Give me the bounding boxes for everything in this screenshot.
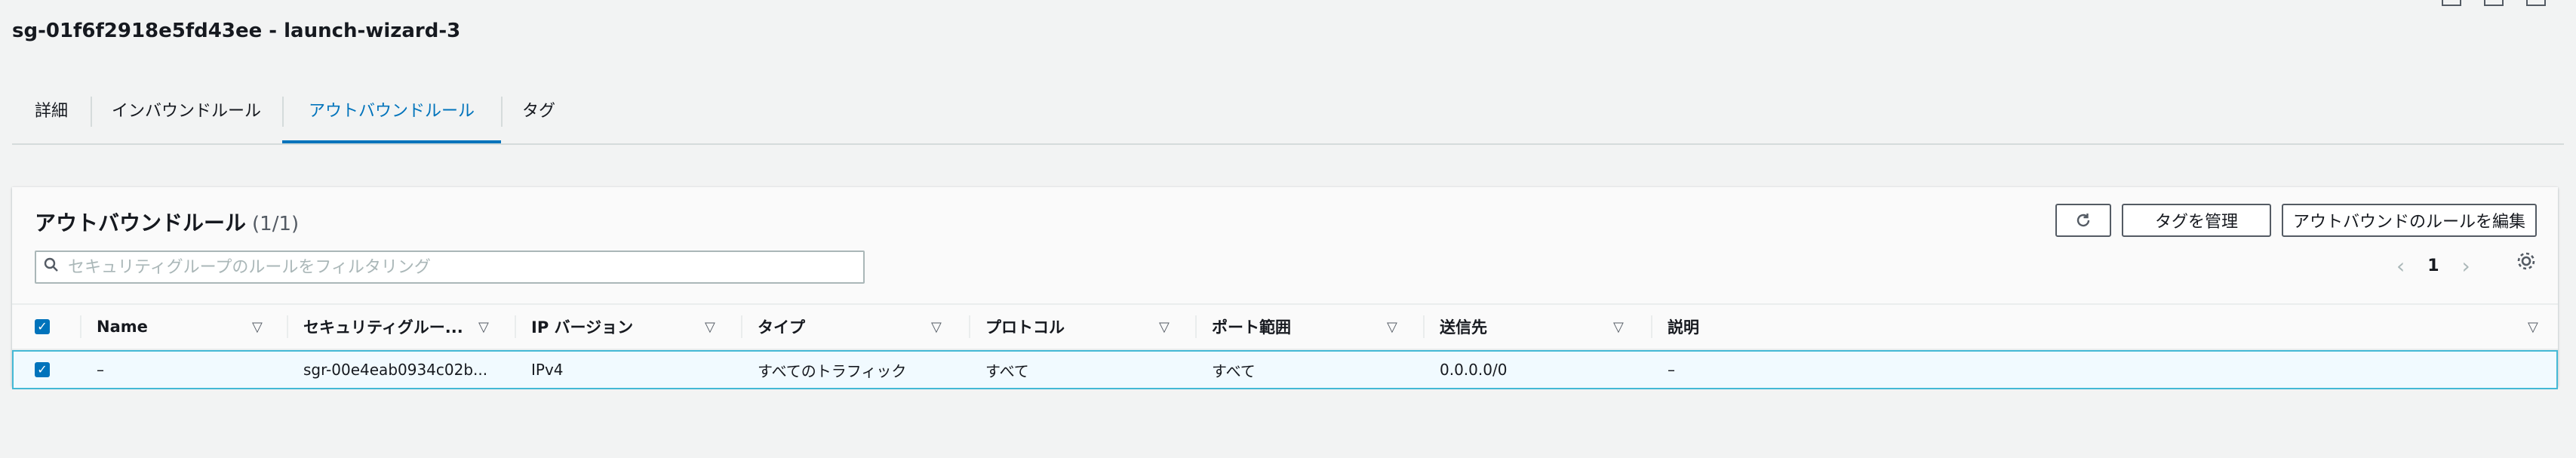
window-controls [2442, 0, 2546, 6]
outbound-rules-table: ✓ Name ▽ セキュリティグルー... ▽ IP バージョン ▽ タイプ ▽… [12, 303, 2558, 389]
sort-icon[interactable]: ▽ [705, 305, 715, 349]
column-header-type[interactable]: タイプ [758, 305, 805, 349]
sort-icon[interactable]: ▽ [2528, 305, 2538, 349]
checkmark-icon: ✓ [35, 319, 50, 334]
next-page-button[interactable]: › [2462, 254, 2470, 278]
column-header-protocol[interactable]: プロトコル [985, 305, 1065, 349]
filter-input[interactable] [66, 257, 839, 278]
tab-bar: 詳細 インバウンドルール アウトバウンドルール タグ [12, 91, 2564, 145]
column-header-security-group-rule[interactable]: セキュリティグルー... [303, 305, 463, 349]
sort-icon[interactable]: ▽ [478, 305, 489, 349]
restore-icon[interactable] [2484, 0, 2504, 6]
panel-title: アウトバウンドルール (1/1) [35, 207, 299, 237]
cell-protocol: すべて [985, 361, 1029, 380]
minimize-icon[interactable] [2442, 0, 2461, 6]
checkmark-icon: ✓ [35, 362, 50, 377]
cell-security-group-rule-id: sgr-00e4eab0934c02b... [303, 361, 488, 379]
sort-icon[interactable]: ▽ [1159, 305, 1170, 349]
page-title: sg-01f6f2918e5fd43ee - launch-wizard-3 [12, 20, 461, 42]
cell-description: – [1668, 361, 1675, 379]
cell-name: – [97, 361, 104, 379]
cell-destination: 0.0.0.0/0 [1440, 361, 1508, 379]
filter-search [35, 251, 865, 284]
select-all-checkbox[interactable]: ✓ [35, 305, 50, 349]
tab-tags[interactable]: タグ [501, 91, 576, 143]
sort-icon[interactable]: ▽ [1387, 305, 1397, 349]
pagination: ‹ 1 › [2396, 254, 2470, 278]
tab-inbound-rules[interactable]: インバウンドルール [91, 91, 282, 143]
sort-icon[interactable]: ▽ [252, 305, 263, 349]
cell-ip-version: IPv4 [531, 361, 564, 379]
tab-details[interactable]: 詳細 [12, 91, 91, 143]
close-icon[interactable] [2526, 0, 2546, 6]
tab-outbound-rules[interactable]: アウトバウンドルール [282, 91, 501, 143]
refresh-icon [2076, 214, 2090, 227]
outbound-rules-panel: アウトバウンドルール(1/1) タグを管理 アウトバウンドのルールを編集 ‹ 1… [12, 187, 2558, 389]
column-header-destination[interactable]: 送信先 [1440, 305, 1487, 349]
column-header-port-range[interactable]: ポート範囲 [1212, 305, 1291, 349]
row-checkbox[interactable]: ✓ [35, 350, 50, 389]
column-header-ip-version[interactable]: IP バージョン [531, 305, 633, 349]
prev-page-button[interactable]: ‹ [2396, 254, 2405, 278]
sort-icon[interactable]: ▽ [931, 305, 942, 349]
current-page[interactable]: 1 [2427, 257, 2439, 275]
cell-port-range: すべて [1212, 361, 1256, 380]
search-icon [36, 257, 66, 278]
column-header-description[interactable]: 説明 [1668, 305, 1699, 349]
panel-title-text: アウトバウンドルール [35, 211, 247, 235]
column-header-name[interactable]: Name [97, 305, 148, 349]
cell-type: すべてのトラフィック [758, 361, 907, 380]
table-header: ✓ Name ▽ セキュリティグルー... ▽ IP バージョン ▽ タイプ ▽… [12, 303, 2558, 350]
settings-gear-icon[interactable] [2516, 251, 2537, 278]
refresh-button[interactable] [2055, 204, 2111, 237]
rule-count: (1/1) [252, 213, 300, 235]
edit-outbound-rules-button[interactable]: アウトバウンドのルールを編集 [2282, 204, 2537, 237]
sort-icon[interactable]: ▽ [1613, 305, 1624, 349]
manage-tags-button[interactable]: タグを管理 [2122, 204, 2271, 237]
table-row[interactable]: ✓ – sgr-00e4eab0934c02b... IPv4 すべてのトラフィ… [12, 350, 2558, 389]
